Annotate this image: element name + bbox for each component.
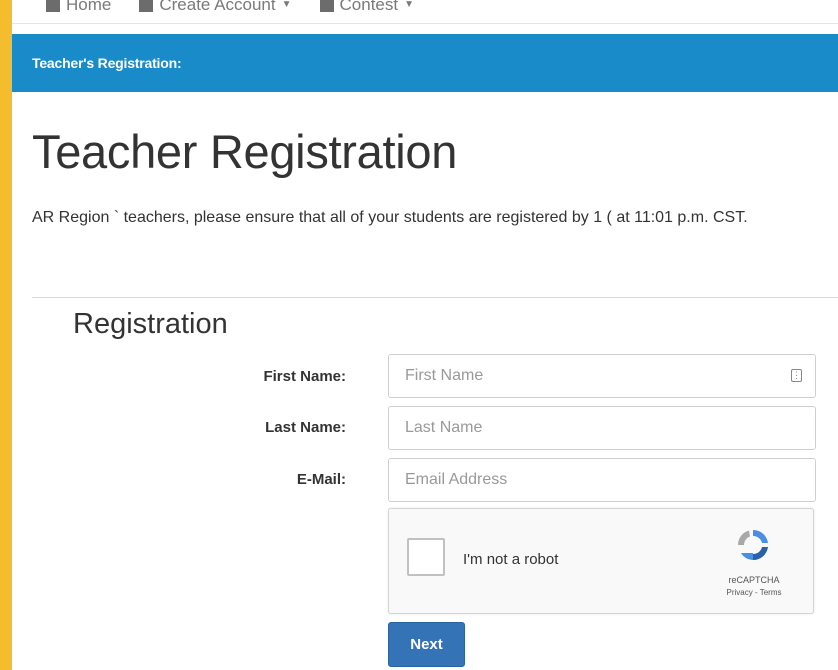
first-name-label: First Name: [263,368,346,385]
home-icon [46,0,60,12]
email-input[interactable] [388,458,816,502]
intro-text: AR Region ` teachers, please ensure that… [32,209,748,226]
nav-create-account[interactable]: Create Account ▼ [139,0,292,15]
recaptcha-widget: I'm not a robot reCAPTCHA Privacy - Term… [388,508,814,614]
registration-banner: Teacher's Registration: [12,34,838,92]
email-label: E-Mail: [296,471,346,488]
next-button[interactable]: Next [388,622,465,667]
banner-title: Teacher's Registration: [32,55,182,71]
nav-home-label: Home [66,0,112,14]
recaptcha-terms-link[interactable]: Privacy - Terms [699,588,809,597]
nav-create-account-label: Create Account [159,0,276,14]
first-name-input[interactable] [388,354,816,398]
recaptcha-logo-icon [737,529,768,561]
nav-home[interactable]: Home [46,0,111,15]
section-title: Registration [73,308,228,340]
trophy-icon [319,0,334,12]
last-name-label: Last Name: [265,419,346,436]
nav-contest[interactable]: Contest ▼ [319,0,415,15]
nav-contest-label: Contest [339,0,399,14]
user-icon [139,0,154,12]
section-divider [32,297,838,298]
page-title: Teacher Registration [32,125,458,178]
autofill-icon[interactable]: ⋮ [791,369,802,382]
page-frame: Home Create Account ▼ Contest ▼ Teacher'… [12,0,838,670]
recaptcha-checkbox[interactable] [407,538,445,576]
last-name-input[interactable] [388,406,816,450]
chevron-down-icon: ▼ [281,0,292,10]
recaptcha-label: I'm not a robot [463,551,559,568]
chevron-down-icon: ▼ [404,0,415,10]
top-navbar: Home Create Account ▼ Contest ▼ [12,0,838,24]
recaptcha-brand: reCAPTCHA [728,575,780,585]
